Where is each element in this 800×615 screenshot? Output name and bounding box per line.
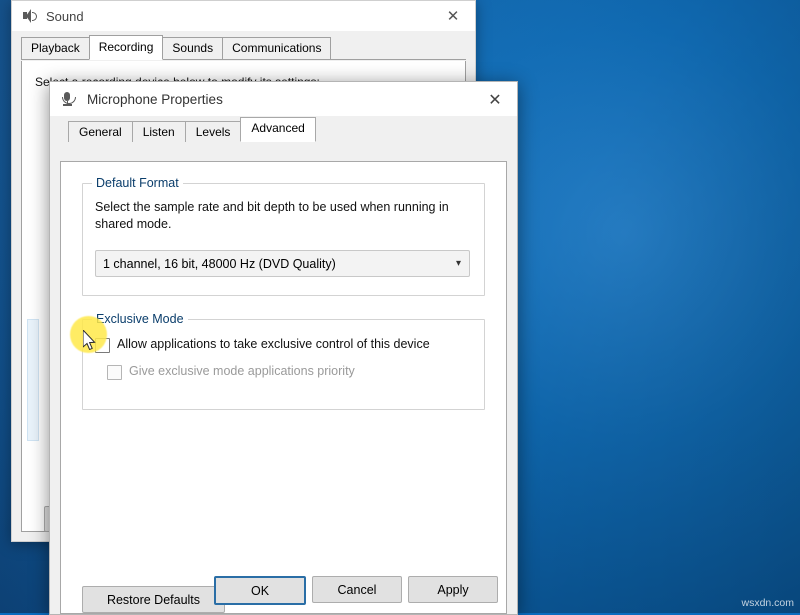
allow-exclusive-control-row[interactable]: Allow applications to take exclusive con… [95,337,430,353]
close-icon[interactable]: ✕ [473,82,517,116]
sample-rate-selected-value: 1 channel, 16 bit, 48000 Hz (DVD Quality… [96,257,336,271]
dialog-tablist[interactable]: General Listen Levels Advanced [68,120,517,142]
mouse-cursor [83,330,96,350]
device-list-item[interactable] [27,319,39,441]
tab-communications[interactable]: Communications [222,37,331,59]
tab-levels[interactable]: Levels [185,121,242,142]
default-format-legend: Default Format [92,176,183,190]
ok-button[interactable]: OK [214,576,306,605]
speaker-icon [21,8,37,24]
tab-general[interactable]: General [68,121,133,142]
sample-rate-select[interactable]: 1 channel, 16 bit, 48000 Hz (DVD Quality… [95,250,470,277]
exclusive-priority-label: Give exclusive mode applications priorit… [129,364,355,379]
default-format-group: Default Format Select the sample rate an… [82,183,485,296]
dialog-footer: OK Cancel Apply [50,567,517,614]
dialog-titlebar: Microphone Properties ✕ [50,82,517,116]
exclusive-mode-group: Exclusive Mode Allow applications to tak… [82,319,485,410]
apply-button[interactable]: Apply [408,576,498,603]
default-format-description: Select the sample rate and bit depth to … [95,199,468,233]
exclusive-priority-checkbox [107,365,122,380]
tab-sounds[interactable]: Sounds [162,37,223,59]
sound-tablist[interactable]: Playback Recording Sounds Communications [21,37,466,60]
advanced-tab-panel: Default Format Select the sample rate an… [60,161,507,614]
close-icon[interactable]: ✕ [431,1,475,31]
dialog-title: Microphone Properties [87,92,223,107]
cancel-button[interactable]: Cancel [312,576,402,603]
tab-playback[interactable]: Playback [21,37,90,59]
microphone-properties-dialog[interactable]: Microphone Properties ✕ General Listen L… [49,81,518,615]
watermark-text: wsxdn.com [741,597,794,609]
tab-listen[interactable]: Listen [132,121,186,142]
sound-window-title: Sound [46,9,84,24]
chevron-down-icon[interactable]: ▾ [456,251,461,276]
tab-advanced[interactable]: Advanced [240,117,315,142]
exclusive-mode-legend: Exclusive Mode [92,312,188,326]
microphone-icon [61,91,77,107]
exclusive-priority-row: Give exclusive mode applications priorit… [107,364,355,380]
sound-titlebar: Sound ✕ [12,1,475,31]
allow-exclusive-control-label: Allow applications to take exclusive con… [117,337,430,352]
tab-recording[interactable]: Recording [89,35,164,60]
